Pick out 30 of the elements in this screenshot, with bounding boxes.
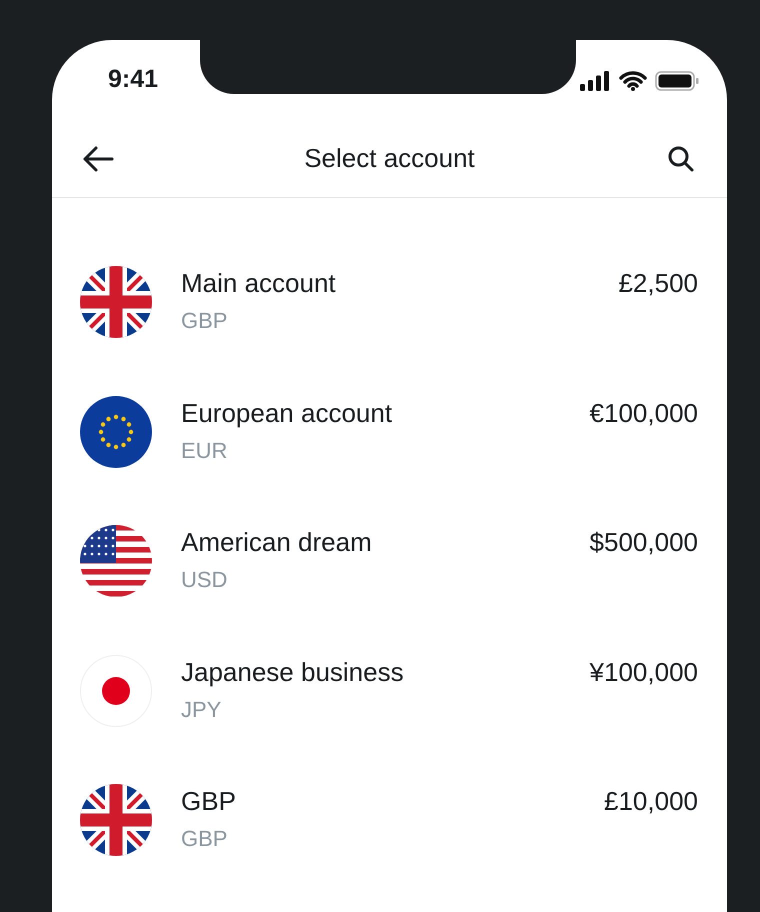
account-row[interactable]: GBP GBP £10,000: [52, 750, 727, 880]
account-balance: £2,500: [618, 267, 698, 300]
search-icon: [667, 144, 695, 172]
status-time: 9:41: [108, 64, 158, 96]
account-row[interactable]: Japanese business JPY ¥100,000: [52, 620, 727, 750]
account-name: American dream: [181, 526, 373, 559]
account-name: Main account: [181, 267, 337, 300]
account-name: GBP: [181, 785, 237, 818]
eu-flag-icon: [80, 396, 152, 468]
account-currency: GBP: [181, 825, 228, 853]
account-currency: EUR: [181, 436, 228, 464]
account-currency: USD: [181, 566, 228, 594]
japan-flag-icon: [80, 654, 152, 726]
account-row[interactable]: Main account GBP £2,500: [52, 232, 727, 362]
us-flag-icon: [80, 525, 152, 597]
wifi-icon: [619, 71, 647, 91]
battery-icon: [655, 71, 699, 91]
account-currency: GBP: [181, 307, 228, 335]
signal-icon: [580, 71, 611, 91]
account-row[interactable]: European account EUR €100,000: [52, 362, 727, 491]
account-balance: €100,000: [590, 396, 698, 430]
account-balance: $500,000: [590, 526, 698, 559]
account-balance: £10,000: [604, 785, 698, 818]
account-balance: ¥100,000: [590, 656, 698, 688]
account-row[interactable]: American dream USD $500,000: [52, 491, 727, 620]
account-currency: JPY: [181, 696, 222, 724]
account-name: Japanese business: [181, 656, 405, 688]
back-arrow-icon: [82, 144, 114, 172]
page-title: Select account: [304, 142, 475, 175]
account-name: European account: [181, 396, 394, 430]
